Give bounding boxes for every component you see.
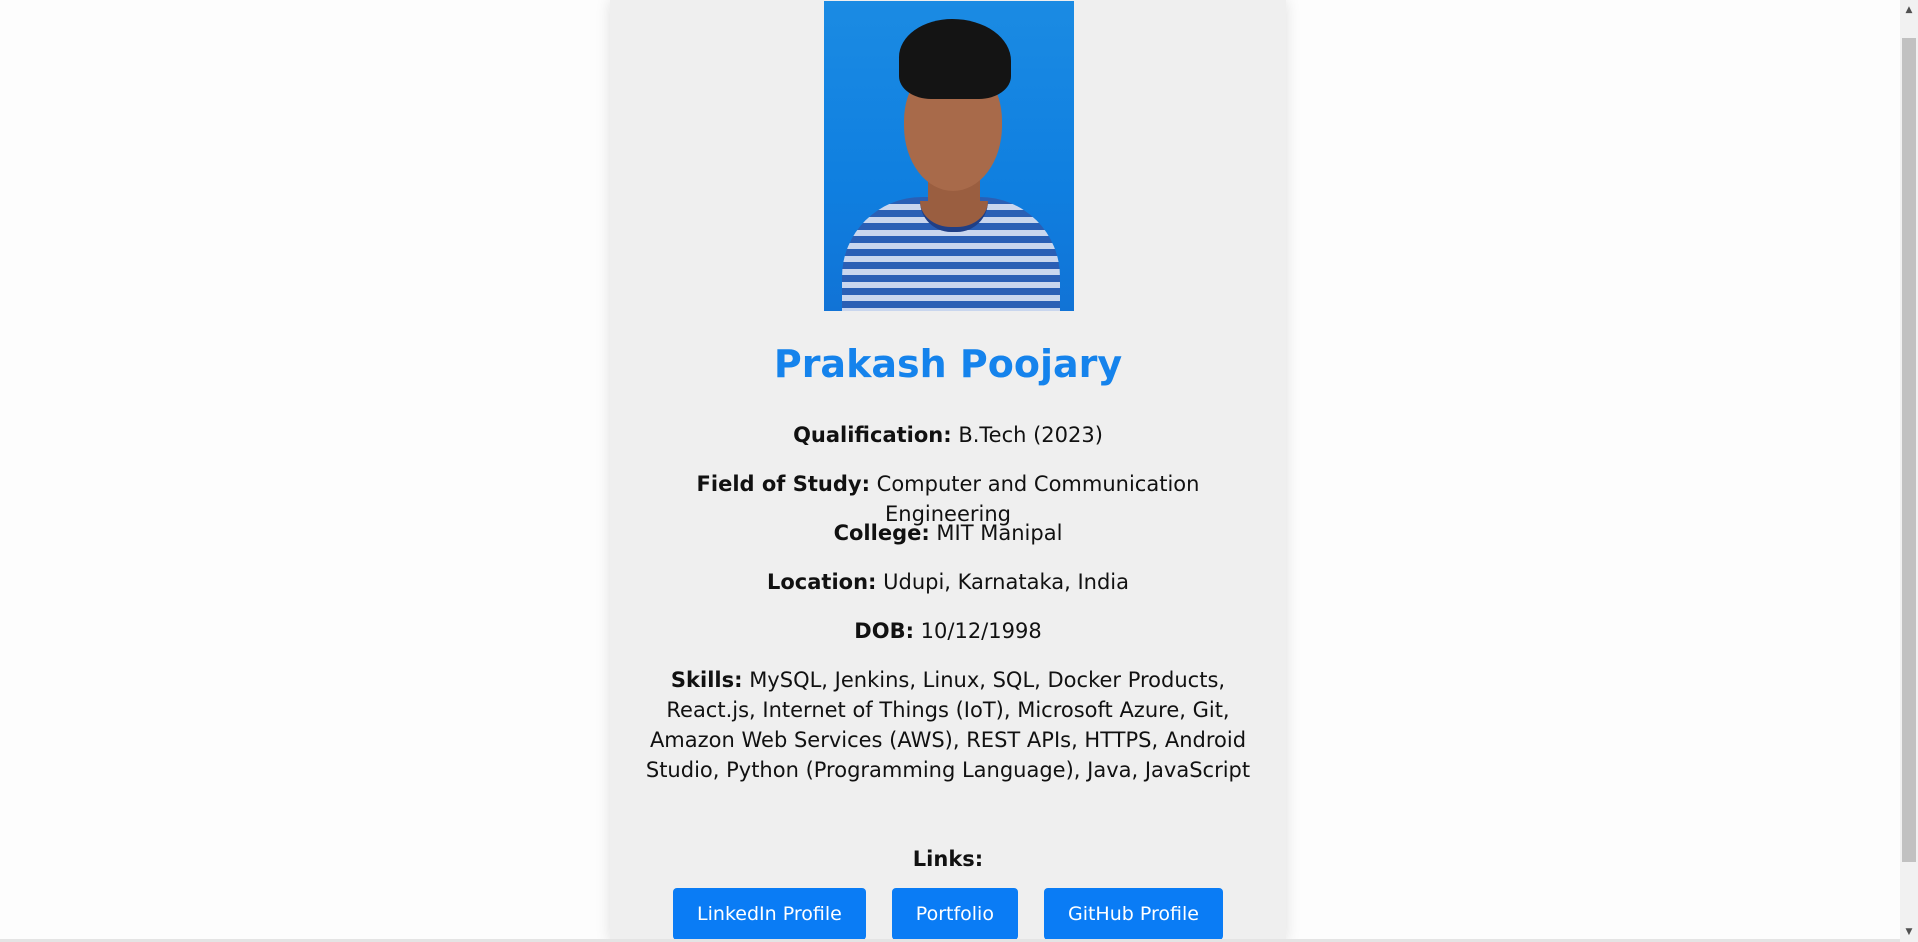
profile-name: Prakash Poojary	[773, 342, 1123, 386]
field-of-study-label: Field of Study:	[696, 472, 870, 496]
dob-row: DOB: 10/12/1998	[645, 616, 1251, 646]
links-heading: Links:	[912, 847, 984, 871]
page: Prakash Poojary Qualification: B.Tech (2…	[0, 0, 1918, 942]
links-buttons: LinkedIn Profile Portfolio GitHub Profil…	[610, 888, 1286, 940]
location-label: Location:	[766, 570, 877, 594]
college-label: College:	[833, 521, 930, 545]
location-row: Location: Udupi, Karnataka, India	[645, 567, 1251, 597]
qualification-value: B.Tech (2023)	[951, 423, 1103, 447]
qualification-label: Qualification:	[793, 423, 952, 447]
scroll-up-arrow-icon[interactable]: ▲	[1900, 2, 1918, 18]
profile-photo	[824, 1, 1074, 311]
qualification-row: Qualification: B.Tech (2023)	[645, 420, 1251, 450]
college-value: MIT Manipal	[929, 521, 1063, 545]
github-profile-button[interactable]: GitHub Profile	[1043, 888, 1223, 940]
dob-value: 10/12/1998	[913, 619, 1042, 643]
portfolio-button[interactable]: Portfolio	[891, 888, 1018, 940]
profile-card: Prakash Poojary Qualification: B.Tech (2…	[610, 0, 1286, 942]
photo-hair	[899, 19, 1011, 99]
linkedin-profile-button[interactable]: LinkedIn Profile	[673, 888, 866, 940]
vertical-scrollbar[interactable]: ▲ ▼	[1900, 0, 1918, 942]
scroll-down-arrow-icon[interactable]: ▼	[1900, 924, 1918, 940]
college-row: College: MIT Manipal	[645, 518, 1251, 548]
skills-label: Skills:	[670, 668, 743, 692]
scrollbar-thumb[interactable]	[1902, 38, 1916, 862]
location-value: Udupi, Karnataka, India	[876, 570, 1130, 594]
dob-label: DOB:	[854, 619, 914, 643]
skills-row: Skills: MySQL, Jenkins, Linux, SQL, Dock…	[645, 665, 1251, 785]
